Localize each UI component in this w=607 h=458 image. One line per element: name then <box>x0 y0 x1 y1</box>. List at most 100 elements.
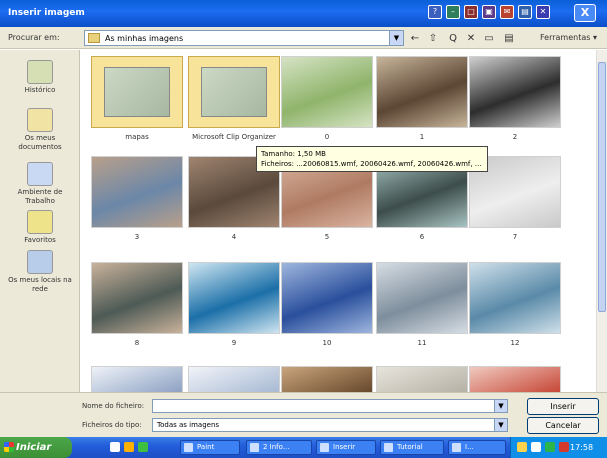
chevron-down-icon[interactable]: ▼ <box>389 31 403 45</box>
chevron-down-icon[interactable]: ▼ <box>494 400 507 412</box>
windows-logo-icon <box>4 442 14 452</box>
look-in-combo[interactable]: As minhas imagens ▼ <box>84 30 404 46</box>
insert-button[interactable]: Inserir <box>527 398 599 415</box>
list-item[interactable]: 1 <box>376 56 468 156</box>
help-icon[interactable]: ? <box>428 5 442 19</box>
taskbar-button[interactable]: Paint <box>180 440 240 455</box>
app-close-icon[interactable]: ✕ <box>536 5 550 19</box>
quicklaunch-icon[interactable] <box>138 442 148 452</box>
thumbnail-image <box>376 366 468 392</box>
tray-icon[interactable] <box>517 442 527 452</box>
favorites-icon <box>27 210 53 234</box>
clock: 17:58 <box>570 443 594 452</box>
list-item[interactable]: 3 <box>91 156 183 256</box>
thumbnail-caption: 5 <box>324 233 330 241</box>
thumbnail-image <box>91 156 183 228</box>
toolbar: Procurar em: As minhas imagens ▼ ← ⇧ Q ✕… <box>0 27 607 49</box>
list-item[interactable] <box>469 366 561 392</box>
tooltip-line: Ficheiros: ...20060815.wmf, 20060426.wmf… <box>261 160 482 168</box>
list-item[interactable]: mapas <box>91 56 183 156</box>
tray-icon[interactable] <box>545 442 555 452</box>
filetype-select[interactable]: Todas as imagens ▼ <box>152 418 508 432</box>
file-list: mapas Microsoft Clip Organizer 0 1 2 3 4… <box>81 50 596 392</box>
place-favorites[interactable]: Favoritos <box>4 210 76 245</box>
thumbnail-caption: 11 <box>417 339 427 347</box>
list-item[interactable]: 8 <box>91 262 183 362</box>
scrollbar-thumb[interactable] <box>598 62 606 312</box>
taskbar-button[interactable]: 2 Info... <box>246 440 312 455</box>
tools-menu[interactable]: Ferramentas ▾ <box>540 33 597 42</box>
network-places-icon <box>27 250 53 274</box>
tooltip: Tamanho: 1,50 MB Ficheiros: ...20060815.… <box>256 146 488 172</box>
thumbnail-caption: 0 <box>324 133 330 141</box>
maximize-icon[interactable]: □ <box>464 5 478 19</box>
filename-label: Nome do ficheiro: <box>82 402 145 410</box>
chevron-down-icon[interactable]: ▼ <box>494 419 507 431</box>
minimize-icon[interactable]: – <box>446 5 460 19</box>
my-documents-icon <box>27 108 53 132</box>
list-item[interactable]: Microsoft Clip Organizer <box>188 56 280 156</box>
thumbnail-image <box>91 262 183 334</box>
window-list-icon[interactable]: ▤ <box>518 5 532 19</box>
tray-icon[interactable] <box>531 442 541 452</box>
views-icon[interactable]: ▤ <box>502 32 516 45</box>
thumbnail-image <box>281 56 373 128</box>
cancel-button[interactable]: Cancelar <box>527 417 599 434</box>
thumbnail-image <box>376 262 468 334</box>
quicklaunch-icon[interactable] <box>124 442 134 452</box>
window-title: Inserir imagem <box>8 8 85 18</box>
list-item[interactable]: 11 <box>376 262 468 362</box>
filetype-label: Ficheiros do tipo: <box>82 421 142 429</box>
list-item[interactable]: 2 <box>469 56 561 156</box>
place-network[interactable]: Os meus locais na rede <box>4 250 76 294</box>
thumbnail-caption: Microsoft Clip Organizer <box>192 133 276 141</box>
quicklaunch-icon[interactable] <box>110 442 120 452</box>
place-my-documents[interactable]: Os meus documentos <box>4 108 76 152</box>
look-in-label: Procurar em: <box>8 33 60 42</box>
filename-field[interactable]: ▼ <box>152 399 508 413</box>
new-folder-icon[interactable]: ▭ <box>482 32 496 45</box>
list-item[interactable] <box>91 366 183 392</box>
list-item[interactable]: 9 <box>188 262 280 362</box>
list-item[interactable] <box>281 366 373 392</box>
restore-icon[interactable]: ▣ <box>482 5 496 19</box>
thumbnail-image <box>469 366 561 392</box>
list-item[interactable]: 10 <box>281 262 373 362</box>
place-desktop[interactable]: Ambiente de Trabalho <box>4 162 76 206</box>
thumbnail-caption: 6 <box>419 233 425 241</box>
thumbnail-caption: mapas <box>125 133 149 141</box>
place-label: Histórico <box>24 86 56 94</box>
list-item[interactable]: 12 <box>469 262 561 362</box>
back-icon[interactable]: ← <box>408 32 422 45</box>
list-item[interactable] <box>188 366 280 392</box>
taskbar-button[interactable]: Inserir <box>316 440 376 455</box>
thumbnail-image <box>188 262 280 334</box>
close-button[interactable]: X <box>574 4 596 22</box>
thumbnail-image <box>188 366 280 392</box>
thumbnail-image <box>469 262 561 334</box>
search-web-icon[interactable]: Q <box>446 32 460 45</box>
delete-icon[interactable]: ✕ <box>464 32 478 45</box>
filetype-value: Todas as imagens <box>157 421 220 429</box>
thumbnail-image <box>376 56 468 128</box>
thumbnail-caption: 12 <box>510 339 520 347</box>
places-bar: Histórico Os meus documentos Ambiente de… <box>0 50 80 392</box>
place-label: Favoritos <box>24 236 56 244</box>
list-item[interactable] <box>376 366 468 392</box>
mail-icon[interactable]: ✉ <box>500 5 514 19</box>
desktop-icon <box>27 162 53 186</box>
up-folder-icon[interactable]: ⇧ <box>426 32 440 45</box>
vertical-scrollbar[interactable] <box>596 50 607 392</box>
place-history[interactable]: Histórico <box>4 60 76 95</box>
thumbnail-image <box>188 56 280 128</box>
taskbar-button[interactable]: Tutorial <box>380 440 444 455</box>
thumbnail-caption: 4 <box>231 233 237 241</box>
thumbnail-caption: 7 <box>512 233 518 241</box>
place-label: Os meus locais na rede <box>8 276 72 293</box>
taskbar-button[interactable]: I... <box>448 440 506 455</box>
tray-icon[interactable] <box>559 442 569 452</box>
start-label: Iniciar <box>16 442 52 453</box>
history-icon <box>27 60 53 84</box>
list-item[interactable]: 0 <box>281 56 373 156</box>
start-button[interactable]: Iniciar <box>0 437 72 458</box>
